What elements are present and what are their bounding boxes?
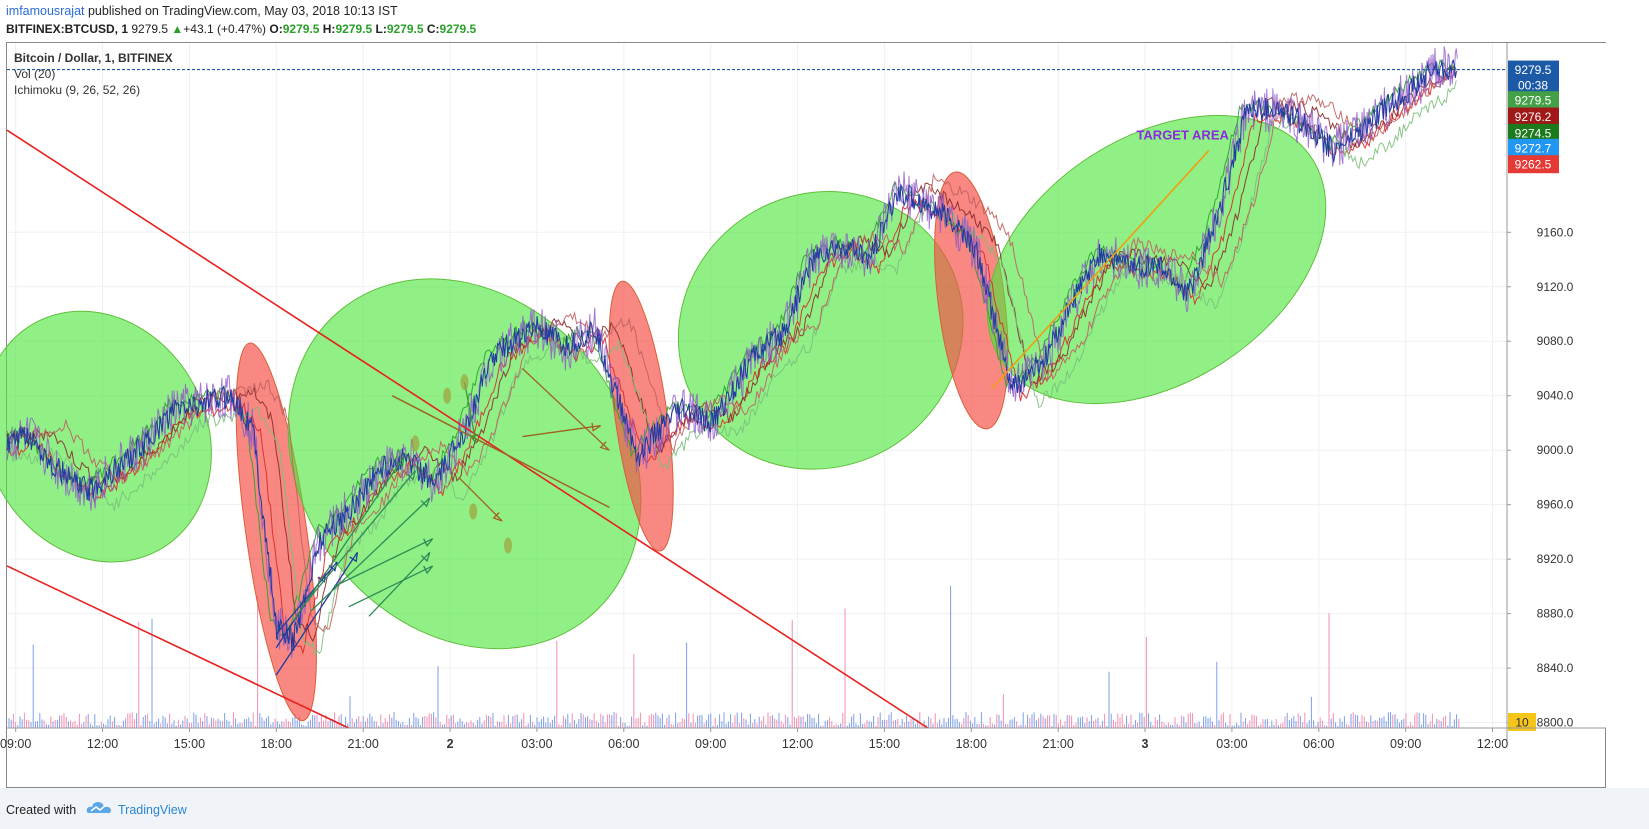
- price-label-value: 9262.5: [1515, 158, 1552, 172]
- time-tick-label: 03:00: [1216, 737, 1247, 751]
- time-tick-label: 18:00: [261, 737, 292, 751]
- time-tick-label: 03:00: [521, 737, 552, 751]
- price-tick-label: 8960.0: [1537, 498, 1574, 512]
- price-label-value: 00:38: [1518, 79, 1548, 93]
- time-tick-label: 21:00: [348, 737, 379, 751]
- price-tick-label: 8920.0: [1537, 552, 1574, 566]
- price-tick-label: 8800.0: [1537, 716, 1574, 730]
- price-tick-label: 9120.0: [1537, 280, 1574, 294]
- price-tick-label: 9160.0: [1537, 225, 1574, 239]
- time-tick-label: 15:00: [869, 737, 900, 751]
- time-tick-label: 3: [1142, 737, 1149, 751]
- price-tick-label: 9080.0: [1537, 334, 1574, 348]
- price-label-value: 9272.7: [1515, 141, 1552, 155]
- price-tick-label: 8880.0: [1537, 607, 1574, 621]
- price-chart[interactable]: TARGET AREA 8800.0 8840.0 8880.0 8920.0 8960…: [0, 0, 1649, 788]
- volume-bars: [8, 585, 1460, 728]
- legend-ichimoku[interactable]: Ichimoku (9, 26, 52, 26): [14, 82, 173, 98]
- time-tick-label: 18:00: [956, 737, 987, 751]
- marker-dot: [469, 503, 478, 520]
- marker-dot: [460, 374, 469, 391]
- green-zone-1[interactable]: [0, 271, 255, 603]
- footer-bar: Created with TradingView: [0, 788, 1649, 829]
- price-label-value: 9276.2: [1515, 110, 1552, 124]
- time-tick-label: 12:00: [87, 737, 118, 751]
- price-axis[interactable]: 8800.0 8840.0 8880.0 8920.0 8960.0 9000.0 9040…: [1506, 43, 1606, 746]
- tradingview-brand-link[interactable]: TradingView: [118, 803, 187, 817]
- price-tick-label: 9040.0: [1537, 389, 1574, 403]
- time-tick-label: 09:00: [1390, 737, 1421, 751]
- target-area-label: TARGET AREA: [1136, 128, 1229, 143]
- price-label-value: 9279.5: [1515, 94, 1552, 108]
- time-tick-label: 2: [447, 737, 454, 751]
- chart-legend: Bitcoin / Dollar, 1, BITFINEX Vol (20) I…: [14, 50, 173, 98]
- time-tick-label: 15:00: [174, 737, 205, 751]
- legend-volume[interactable]: Vol (20): [14, 66, 173, 82]
- tradingview-cloud-icon[interactable]: [86, 800, 112, 821]
- price-label-value: 9274.5: [1515, 126, 1552, 140]
- time-tick-label: 06:00: [608, 737, 639, 751]
- time-tick-label: 12:00: [1477, 737, 1508, 751]
- time-tick-label: 21:00: [1043, 737, 1074, 751]
- marker-dot: [411, 435, 420, 452]
- time-tick-label: 09:00: [695, 737, 726, 751]
- marker-dot: [503, 537, 512, 554]
- price-tick-label: 8840.0: [1537, 661, 1574, 675]
- price-tick-label: 9000.0: [1537, 443, 1574, 457]
- time-tick-label: 06:00: [1303, 737, 1334, 751]
- time-axis[interactable]: 09:00 12:00 15:00 18:00 21:00 2 03:00 06:00 09:0…: [0, 727, 1606, 751]
- marker-dot: [443, 387, 452, 404]
- created-with-text: Created with: [6, 803, 77, 817]
- legend-title: Bitcoin / Dollar, 1, BITFINEX: [14, 51, 173, 65]
- time-tick-label: 12:00: [782, 737, 813, 751]
- time-tick-label: 09:00: [0, 737, 31, 751]
- annotations: TARGET AREA: [1136, 128, 1229, 143]
- volume-badge-value: 10: [1515, 716, 1529, 730]
- price-label-value: 9279.5: [1515, 63, 1552, 77]
